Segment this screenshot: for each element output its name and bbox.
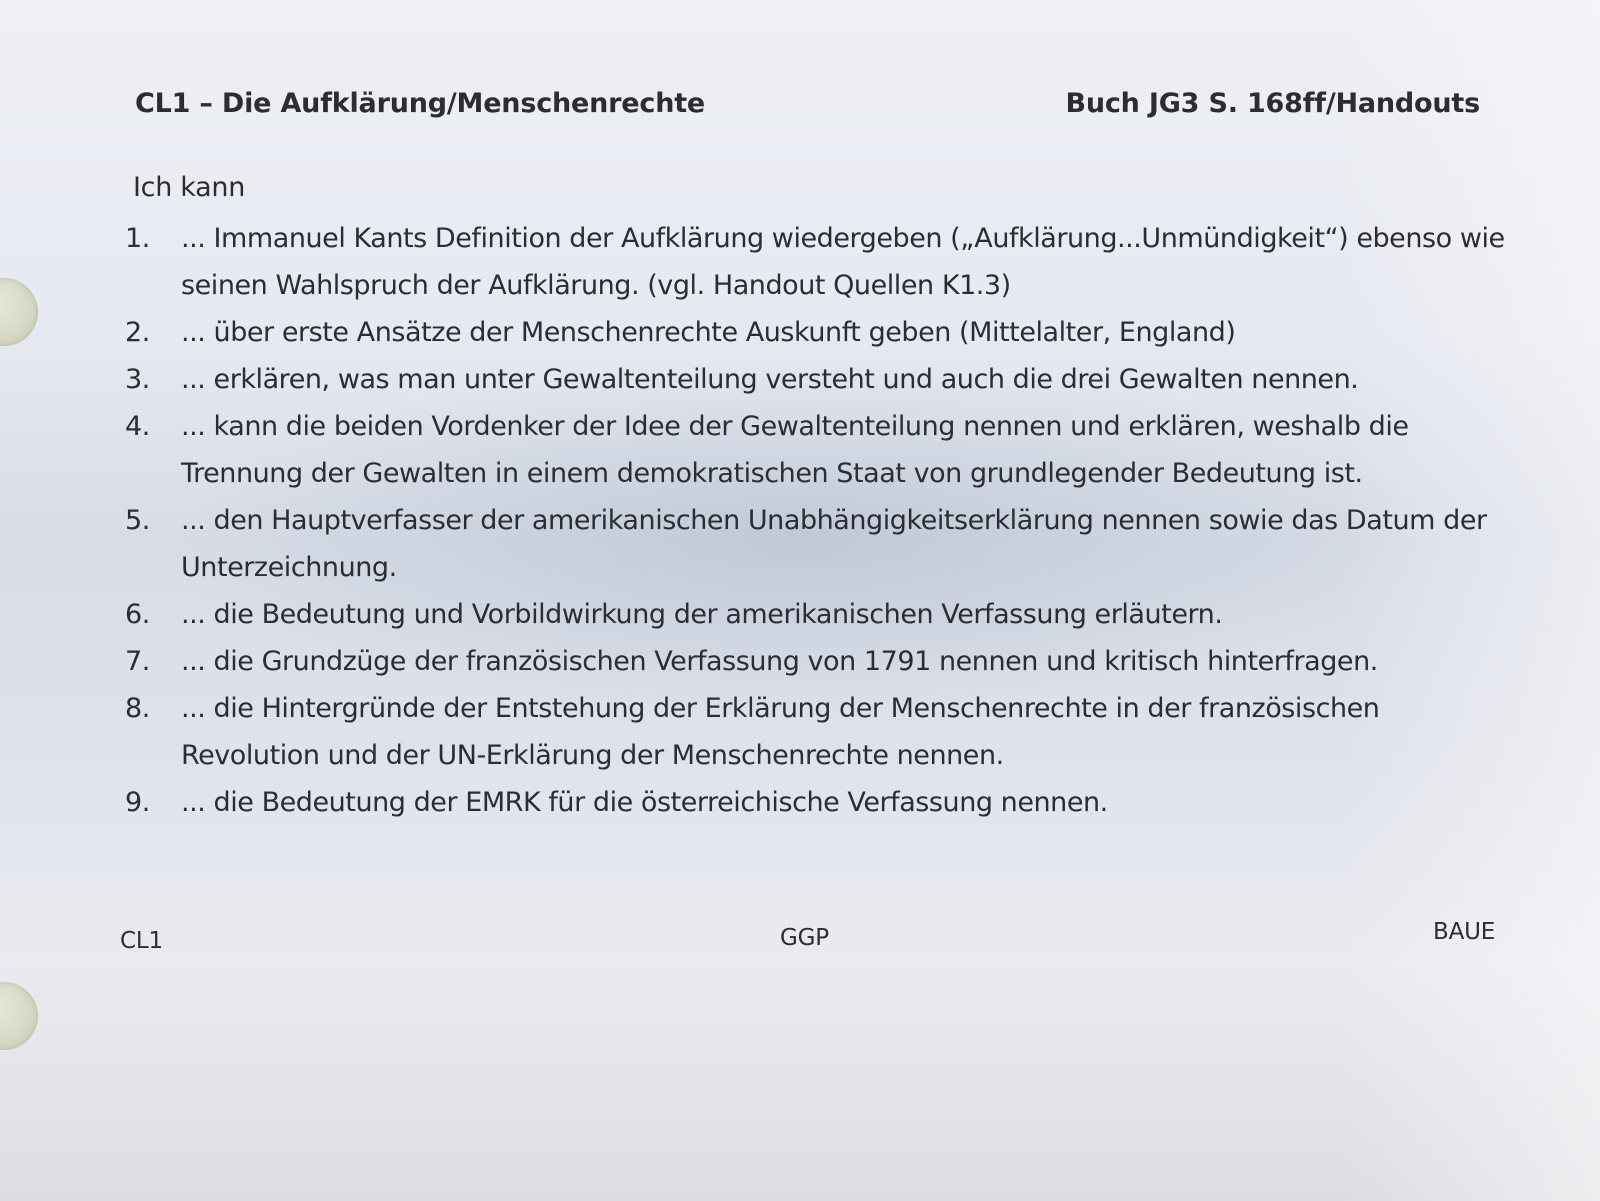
list-item: 6. ... die Bedeutung und Vorbildwirkung …	[125, 591, 1505, 638]
list-item: 9. ... die Bedeutung der EMRK für die ös…	[125, 779, 1505, 826]
item-text: ... die Grundzüge der französischen Verf…	[181, 646, 1378, 677]
intro-text: Ich kann	[133, 172, 246, 203]
footer-code: CL1	[120, 928, 163, 954]
list-item: 3. ... erklären, was man unter Gewaltent…	[125, 356, 1505, 403]
item-text: ... erklären, was man unter Gewaltenteil…	[181, 364, 1359, 395]
worksheet-title: CL1 – Die Aufklärung/Menschenrechte	[135, 88, 706, 119]
item-text: ... Immanuel Kants Definition der Aufklä…	[181, 223, 1505, 301]
item-number: 9.	[125, 787, 150, 818]
footer-subject: GGP	[780, 925, 829, 951]
list-item: 5. ... den Hauptverfasser der amerikanis…	[125, 497, 1505, 591]
item-number: 4.	[125, 411, 150, 442]
item-number: 6.	[125, 599, 150, 630]
book-reference: Buch JG3 S. 168ff/Handouts	[1065, 88, 1480, 119]
list-item: 8. ... die Hintergründe der Entstehung d…	[125, 685, 1505, 779]
list-item: 1. ... Immanuel Kants Definition der Auf…	[125, 215, 1505, 309]
learning-goals-list: 1. ... Immanuel Kants Definition der Auf…	[125, 215, 1505, 826]
item-number: 1.	[125, 223, 150, 254]
list-item: 2. ... über erste Ansätze der Menschenre…	[125, 309, 1505, 356]
item-number: 5.	[125, 505, 150, 536]
item-text: ... die Bedeutung der EMRK für die öster…	[181, 787, 1108, 818]
item-number: 3.	[125, 364, 150, 395]
footer-author: BAUE	[1433, 919, 1496, 945]
item-text: ... über erste Ansätze der Menschenrecht…	[181, 317, 1236, 348]
list-item: 4. ... kann die beiden Vordenker der Ide…	[125, 403, 1505, 497]
list-item: 7. ... die Grundzüge der französischen V…	[125, 638, 1505, 685]
item-text: ... die Bedeutung und Vorbildwirkung der…	[181, 599, 1223, 630]
item-text: ... kann die beiden Vordenker der Idee d…	[181, 411, 1409, 489]
item-number: 2.	[125, 317, 150, 348]
item-text: ... die Hintergründe der Entstehung der …	[181, 693, 1380, 771]
item-number: 8.	[125, 693, 150, 724]
item-number: 7.	[125, 646, 150, 677]
item-text: ... den Hauptverfasser der amerikanische…	[181, 505, 1487, 583]
worksheet-page: CL1 – Die Aufklärung/Menschenrechte Buch…	[0, 0, 1600, 1201]
